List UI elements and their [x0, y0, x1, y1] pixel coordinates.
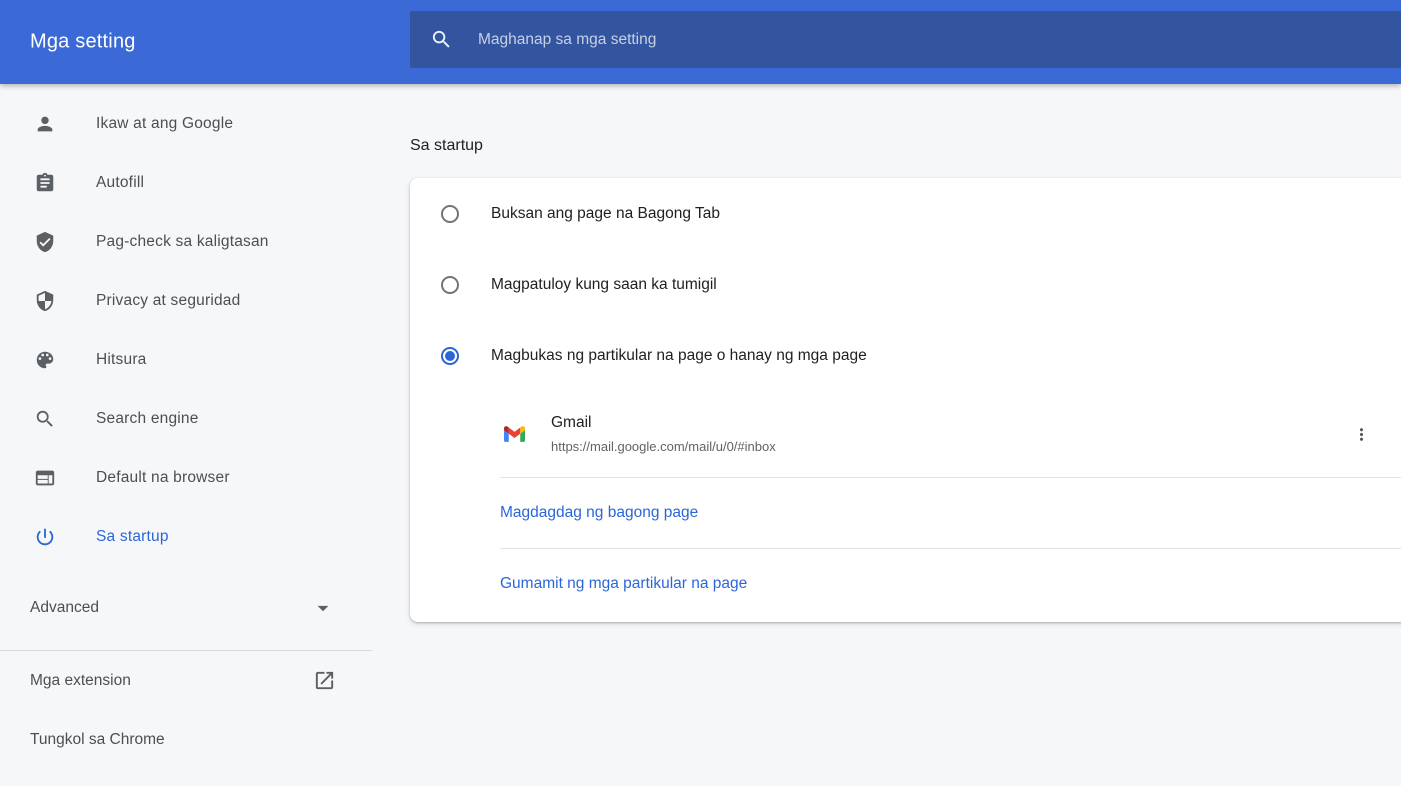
startup-page-info: Gmail https://mail.google.com/mail/u/0/#… [551, 414, 776, 454]
sidebar-item-ikaw-at-ang-google[interactable]: Ikaw at ang Google [0, 94, 372, 153]
sidebar-item-hitsura[interactable]: Hitsura [0, 330, 372, 389]
radio-button[interactable] [441, 347, 459, 365]
more-options-button[interactable] [1343, 416, 1379, 452]
sidebar-item-search-engine[interactable]: Search engine [0, 389, 372, 448]
sidebar-item-privacy-at-seguridad[interactable]: Privacy at seguridad [0, 271, 372, 330]
section-title: Sa startup [410, 137, 483, 155]
radio-option-label: Magpatuloy kung saan ka tumigil [491, 276, 717, 294]
sidebar-item-tungkol-sa-chrome[interactable]: Tungkol sa Chrome [0, 710, 372, 769]
browser-window-icon [34, 467, 56, 489]
about-chrome-label: Tungkol sa Chrome [30, 731, 165, 749]
security-shield-icon [34, 290, 56, 312]
advanced-button[interactable]: Advanced [0, 578, 372, 637]
radio-button[interactable] [441, 205, 459, 223]
open-in-new-icon [313, 669, 336, 692]
sidebar-item-label: Hitsura [96, 351, 147, 369]
more-vert-icon [1352, 425, 1371, 444]
search-icon [430, 28, 453, 51]
sidebar-item-pag-check-sa-kaligtasan[interactable]: Pag-check sa kaligtasan [0, 212, 372, 271]
power-icon [34, 526, 56, 548]
radio-button[interactable] [441, 276, 459, 294]
page-title: Mga setting [30, 31, 136, 54]
chevron-down-icon [310, 595, 336, 621]
palette-icon [34, 349, 56, 371]
startup-page-row: Gmail https://mail.google.com/mail/u/0/#… [410, 391, 1401, 477]
on-startup-card: Buksan ang page na Bagong Tab Magpatuloy… [410, 178, 1401, 622]
app-header: Mga setting [0, 0, 1401, 84]
sidebar-item-label: Autofill [96, 174, 144, 192]
person-icon [34, 113, 56, 135]
settings-search[interactable] [410, 11, 1401, 68]
advanced-label: Advanced [30, 599, 99, 617]
site-title: Gmail [551, 414, 776, 432]
sidebar-item-mga-extension[interactable]: Mga extension [0, 651, 372, 710]
gmail-icon [504, 426, 525, 442]
radio-option-label: Buksan ang page na Bagong Tab [491, 205, 720, 223]
sidebar-item-autofill[interactable]: Autofill [0, 153, 372, 212]
extensions-label: Mga extension [30, 672, 131, 690]
sidebar-item-label: Ikaw at ang Google [96, 115, 233, 133]
clipboard-icon [34, 172, 56, 194]
radio-option-open-specific-pages[interactable]: Magbukas ng partikular na page o hanay n… [410, 320, 1401, 391]
use-current-pages-button[interactable]: Gumamit ng mga partikular na page [410, 549, 1401, 619]
radio-option-label: Magbukas ng partikular na page o hanay n… [491, 347, 867, 365]
sidebar-item-label: Default na browser [96, 469, 230, 487]
sidebar-item-label: Privacy at seguridad [96, 292, 240, 310]
radio-option-open-new-tab[interactable]: Buksan ang page na Bagong Tab [410, 178, 1401, 249]
shield-check-icon [34, 231, 56, 253]
sidebar-item-label: Pag-check sa kaligtasan [96, 233, 269, 251]
search-icon [34, 408, 56, 430]
sidebar-item-label: Sa startup [96, 528, 169, 546]
search-input[interactable] [478, 31, 1401, 49]
sidebar-item-label: Search engine [96, 410, 199, 428]
radio-option-continue-where-left-off[interactable]: Magpatuloy kung saan ka tumigil [410, 249, 1401, 320]
settings-nav: Ikaw at ang Google Autofill Pag-check sa… [0, 84, 372, 769]
sidebar-item-default-na-browser[interactable]: Default na browser [0, 448, 372, 507]
add-page-button[interactable]: Magdagdag ng bagong page [410, 478, 1401, 548]
site-url: https://mail.google.com/mail/u/0/#inbox [551, 439, 776, 454]
sidebar-item-sa-startup[interactable]: Sa startup [0, 507, 372, 566]
